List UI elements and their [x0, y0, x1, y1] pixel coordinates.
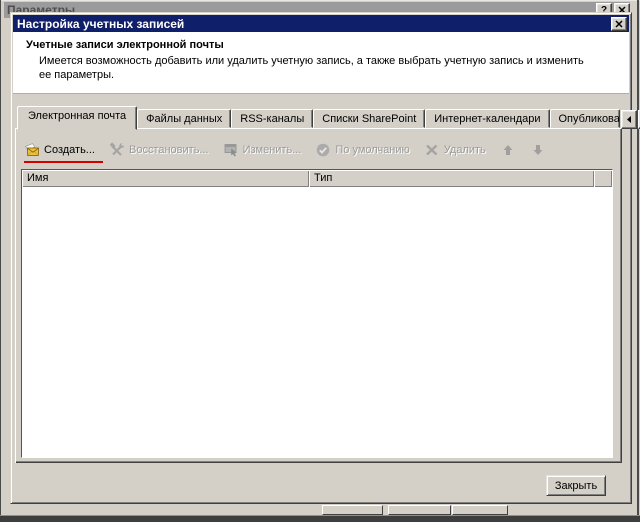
tab-published-calendars[interactable]: Опубликова	[550, 109, 620, 128]
dialog-close-button[interactable]	[611, 17, 627, 31]
account-settings-dialog: Настройка учетных записей Учетные записи…	[10, 12, 632, 504]
tab-page-email: Создать... Восстановить...	[15, 128, 622, 463]
window-right-border	[637, 0, 639, 522]
header-title: Учетные записи электронной почты	[26, 39, 224, 51]
tab-internet-calendars[interactable]: Интернет-календари	[425, 109, 549, 128]
down-arrow-icon	[530, 142, 546, 158]
circle-check-icon	[315, 142, 331, 158]
new-mail-envelope-icon	[24, 142, 40, 158]
set-default-button: По умолчанию	[315, 142, 409, 158]
background-button-partial	[452, 505, 508, 515]
column-header-filler	[594, 170, 612, 187]
tab-data-files[interactable]: Файлы данных	[137, 109, 231, 128]
repair-button-label: Восстановить...	[129, 144, 209, 156]
tab-email[interactable]: Электронная почта	[17, 106, 137, 130]
background-button-partial	[388, 505, 451, 515]
move-up-button	[500, 142, 516, 158]
delete-x-icon	[424, 142, 440, 158]
dialog-header: Учетные записи электронной почты Имеется…	[13, 32, 629, 94]
set-default-button-label: По умолчанию	[335, 144, 409, 156]
tab-strip: Электронная почта Файлы данных RSS-канал…	[17, 106, 640, 130]
column-header-type[interactable]: Тип	[309, 170, 594, 187]
left-triangle-icon	[625, 115, 633, 124]
background-button-partial	[322, 505, 383, 515]
toolbar: Создать... Восстановить...	[24, 141, 546, 159]
form-pointer-icon	[223, 142, 239, 158]
change-button-label: Изменить...	[243, 144, 302, 156]
accounts-list: Имя Тип	[21, 169, 613, 458]
screen: Параметры ? Настройка учетных записей Уч…	[0, 0, 640, 522]
column-header-name[interactable]: Имя	[22, 170, 309, 187]
list-body[interactable]	[22, 187, 612, 457]
window-bottom-border	[0, 515, 640, 522]
delete-button-label: Удалить	[444, 144, 486, 156]
delete-button: Удалить	[424, 142, 486, 158]
list-header: Имя Тип	[22, 170, 612, 187]
dialog-title: Настройка учетных записей	[17, 17, 609, 31]
tab-sharepoint-lists[interactable]: Списки SharePoint	[313, 109, 425, 128]
create-button[interactable]: Создать...	[24, 142, 95, 158]
tab-rss-feeds[interactable]: RSS-каналы	[231, 109, 313, 128]
header-description-line2: ее параметры.	[39, 69, 114, 81]
header-description-line1: Имеется возможность добавить или удалить…	[39, 55, 584, 67]
close-icon	[615, 20, 623, 28]
up-arrow-icon	[500, 142, 516, 158]
crossed-tools-icon	[109, 142, 125, 158]
repair-button: Восстановить...	[109, 142, 209, 158]
close-dialog-button[interactable]: Закрыть	[546, 475, 606, 496]
move-down-button	[530, 142, 546, 158]
dialog-titlebar[interactable]: Настройка учетных записей	[13, 15, 629, 32]
create-button-label: Создать...	[44, 144, 95, 156]
red-underline-annotation	[24, 161, 103, 163]
change-button: Изменить...	[223, 142, 302, 158]
tab-scroll-left-button[interactable]	[621, 110, 637, 129]
